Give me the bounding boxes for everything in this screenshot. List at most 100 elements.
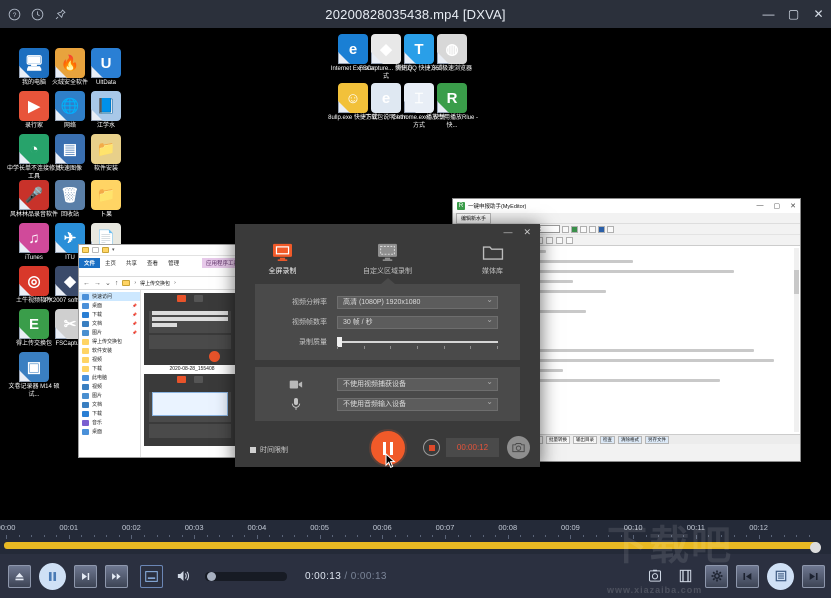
myeditor-status-chip[interactable]: 清除格式 (618, 435, 642, 444)
save-icon[interactable] (82, 247, 89, 253)
clock-icon[interactable] (30, 7, 44, 21)
desktop-icon[interactable]: ▣ 文卷记录器 M14 硕试... (6, 352, 62, 399)
microphone-select[interactable]: 不使用音频输入设备 (337, 397, 498, 411)
desktop-icon[interactable]: U UltData (78, 48, 134, 88)
explorer-nav-item[interactable]: 快速访问 (79, 292, 140, 301)
back-icon[interactable]: ← (83, 280, 90, 287)
font-color-icon[interactable] (598, 225, 605, 233)
explorer-nav-item[interactable]: 下载 (79, 364, 140, 373)
myeditor-scrollbar[interactable] (794, 248, 799, 432)
frame-step-button[interactable] (74, 564, 97, 588)
time-limit-checkbox[interactable] (250, 447, 256, 453)
maximize-button[interactable]: ▢ (787, 7, 800, 21)
explorer-tab[interactable]: 文件 (79, 258, 101, 268)
misc-icon[interactable] (566, 236, 573, 244)
breadcrumb[interactable]: 得上传交换包 (140, 280, 170, 287)
fast-forward-button[interactable] (105, 564, 128, 588)
volume-button[interactable] (171, 565, 194, 588)
pin-icon[interactable]: 📌 (132, 321, 137, 326)
player-timeline[interactable]: 00:00 00:01 00:02 00:03 00:04 00:05 00:06 00:07… (0, 520, 831, 554)
seek-handle[interactable] (809, 542, 821, 553)
chevron-down-icon[interactable]: ▾ (112, 247, 115, 253)
insert-table-icon[interactable] (562, 225, 569, 233)
insert-image-icon[interactable] (571, 225, 578, 233)
explorer-address-bar[interactable]: ← → ⌄ ↑ › 得上传交换包 › (79, 277, 243, 290)
myeditor-status-chip[interactable]: 输出目录 (573, 435, 597, 444)
myeditor-status-chip[interactable]: 另存文件 (645, 435, 669, 444)
minimize-pane-icon[interactable] (580, 225, 587, 233)
pin-icon[interactable]: 📌 (132, 303, 137, 308)
seek-bar[interactable] (4, 540, 827, 553)
close-button[interactable]: ✕ (812, 7, 825, 21)
snapshot-button[interactable] (507, 436, 530, 459)
video-canvas[interactable]: 🖥 我的电脑 🔥 火绒安全软件 U UltData ▶ 录行家 🌐 网络 📘 江学水 ◔ 中学长单不连接修… (0, 28, 831, 520)
explorer-nav-item[interactable]: 下载 (79, 409, 140, 418)
explorer-nav-item[interactable]: 文档 (79, 400, 140, 409)
desktop-icon[interactable]: 📁 卜果 (78, 180, 134, 220)
tab-fullscreen-record[interactable]: 全屏录制 (251, 241, 315, 276)
myeditor-status-chip[interactable]: 批量转换 (546, 435, 570, 444)
recorder-minimize-button[interactable]: — (503, 227, 512, 237)
explorer-tab[interactable]: 主页 (100, 258, 121, 268)
timeline-ruler[interactable]: 00:00 00:01 00:02 00:03 00:04 00:05 00:06 00:07… (0, 520, 831, 540)
desktop-icon[interactable]: 📁 软件安装 (78, 134, 134, 174)
recorder-close-button[interactable]: ✕ (523, 227, 531, 238)
explorer-nav-item[interactable]: 图片 (79, 391, 140, 400)
explorer-nav-item[interactable]: 文档 📌 (79, 319, 140, 328)
explorer-tab[interactable]: 共享 (121, 258, 142, 268)
framerate-select[interactable]: 30 帧 / 秒 (337, 315, 498, 329)
camera-select[interactable]: 不使用视频捕获设备 (337, 377, 498, 391)
explorer-nav-item[interactable]: 视频 (79, 355, 140, 364)
new-folder-icon[interactable] (102, 247, 109, 253)
pause-button[interactable] (39, 562, 66, 590)
recent-icon[interactable]: ⌄ (105, 279, 111, 287)
desktop-icon[interactable]: 📘 江学水 (78, 91, 134, 131)
quality-slider[interactable] (337, 336, 498, 349)
explorer-nav-item[interactable]: 音乐 (79, 418, 140, 427)
link-icon[interactable] (546, 236, 553, 244)
myeditor-maximize-button[interactable]: ▢ (774, 202, 781, 210)
up-icon[interactable]: ↑ (115, 280, 119, 287)
file-explorer-window[interactable]: ▾ 文件 主页 共享 查看 管理 应用程序工具 ← → ⌄ ↑ › 得上传交换包 › 快速… (78, 244, 244, 458)
explorer-nav-item[interactable]: 桌面 (79, 427, 140, 436)
explorer-nav-item[interactable]: 下载 📌 (79, 310, 140, 319)
time-limit-option[interactable]: 时间限制 (250, 445, 288, 455)
pin-icon[interactable]: 📌 (132, 330, 137, 335)
myeditor-close-button[interactable]: ✕ (790, 202, 796, 210)
tab-region-record[interactable]: 自定义区域录制 (356, 241, 420, 276)
explorer-nav-item[interactable]: 此电脑 (79, 373, 140, 382)
explorer-nav-item[interactable]: 视频 (79, 382, 140, 391)
myeditor-menu-item[interactable]: 编辑新水手 (456, 212, 492, 224)
explorer-content-pane[interactable]: 2020-08-28_155408 (141, 290, 243, 457)
maximize-pane-icon[interactable] (589, 225, 596, 233)
filmstrip-icon[interactable] (674, 565, 697, 588)
explorer-tab[interactable]: 查看 (142, 258, 163, 268)
tab-media-library[interactable]: 媒体库 (461, 241, 525, 276)
settings-button[interactable] (705, 564, 728, 588)
id-icon[interactable] (556, 236, 563, 244)
myeditor-minimize-button[interactable]: — (757, 202, 764, 210)
pin-icon[interactable]: 📌 (132, 312, 137, 317)
volume-slider[interactable] (205, 571, 287, 581)
myeditor-status-chip[interactable]: 检查 (600, 435, 615, 444)
resolution-select[interactable]: 高清 (1080P) 1920x1080 (337, 295, 498, 309)
next-button[interactable] (802, 564, 825, 588)
properties-icon[interactable] (92, 247, 99, 253)
volume-handle[interactable] (207, 571, 216, 581)
eject-button[interactable] (8, 564, 31, 588)
pin-icon[interactable] (53, 7, 67, 21)
highlight-icon[interactable] (607, 225, 614, 233)
desktop-icon[interactable]: ◍ 360极速浏览器 (424, 34, 480, 74)
explorer-nav-item[interactable]: 桌面 📌 (79, 301, 140, 310)
video-thumbnail[interactable] (144, 293, 236, 365)
subtitle-button[interactable] (140, 564, 163, 588)
previous-button[interactable] (736, 564, 759, 588)
desktop-icon[interactable]: R 播放专用播放Rlue - 快... (424, 83, 480, 130)
forward-icon[interactable]: → (94, 280, 101, 287)
explorer-nav-item[interactable]: 软件安装 (79, 346, 140, 355)
playlist-button[interactable] (767, 562, 794, 590)
snapshot-icon[interactable] (643, 565, 666, 588)
help-icon[interactable]: ? (7, 7, 21, 21)
minimize-button[interactable]: — (762, 7, 775, 21)
explorer-nav-item[interactable]: 图片 📌 (79, 328, 140, 337)
